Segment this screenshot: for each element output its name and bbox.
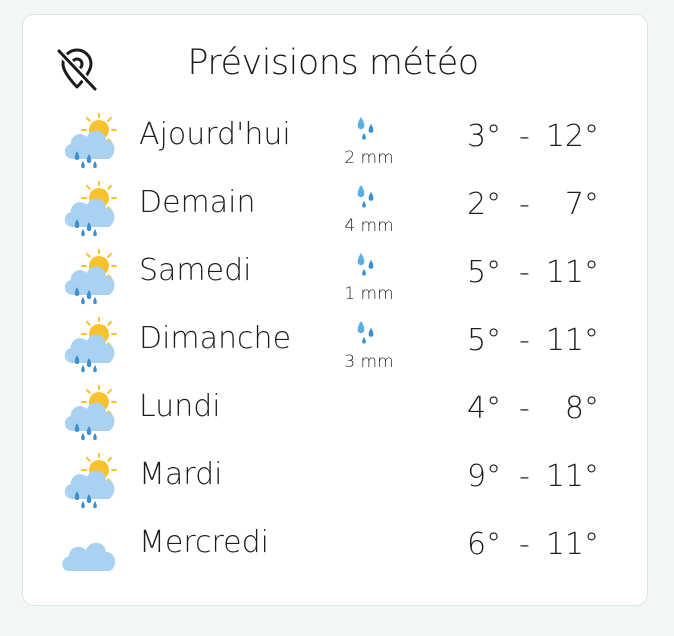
sun-cloud-rain-icon bbox=[64, 453, 117, 509]
precipitation-amount: 4 mm bbox=[344, 216, 394, 236]
page-title: Prévisions météo bbox=[187, 43, 479, 83]
sun-cloud-rain-icon bbox=[64, 113, 117, 169]
precipitation: 2 mm bbox=[333, 115, 413, 168]
forecast-header: Prévisions météo bbox=[23, 15, 647, 119]
day-label: Lundi bbox=[139, 389, 221, 424]
temp-separator: - bbox=[519, 459, 530, 494]
temp-separator: - bbox=[519, 527, 530, 562]
day-label: Dimanche bbox=[139, 321, 292, 356]
forecast-card: Prévisions météo Ajourd'hui 2 mm 3° - 12… bbox=[22, 14, 648, 606]
temp-min: 5° bbox=[467, 255, 502, 290]
temp-min: 5° bbox=[467, 323, 502, 358]
forecast-row: Demain 4 mm 2° - 7° bbox=[23, 173, 647, 241]
temp-max: 11° bbox=[545, 459, 599, 494]
sun-cloud-rain-icon bbox=[64, 181, 117, 237]
precipitation-amount: 3 mm bbox=[344, 352, 394, 372]
forecast-row: Lundi 4° - 8° bbox=[23, 377, 647, 445]
raindrops-icon bbox=[357, 117, 374, 140]
day-label: Ajourd'hui bbox=[139, 117, 291, 152]
precipitation: 1 mm bbox=[333, 251, 413, 304]
forecast-row: Dimanche 3 mm 5° - 11° bbox=[23, 309, 647, 377]
temp-separator: - bbox=[519, 187, 530, 222]
forecast-row: Samedi 1 mm 5° - 11° bbox=[23, 241, 647, 309]
cloud-icon bbox=[62, 542, 116, 571]
temp-min: 6° bbox=[467, 527, 502, 562]
precipitation: 3 mm bbox=[333, 319, 413, 372]
temp-min: 3° bbox=[467, 119, 502, 154]
raindrops-icon bbox=[357, 253, 374, 276]
temp-separator: - bbox=[519, 255, 530, 290]
forecast-row: Mardi 9° - 11° bbox=[23, 445, 647, 513]
temp-max: 11° bbox=[545, 527, 599, 562]
temp-max: 11° bbox=[545, 323, 599, 358]
precipitation-amount: 1 mm bbox=[344, 284, 394, 304]
day-label: Samedi bbox=[139, 253, 252, 288]
sun-cloud-rain-icon bbox=[64, 385, 117, 441]
temp-separator: - bbox=[519, 391, 530, 426]
day-label: Demain bbox=[139, 185, 256, 220]
precipitation-amount: 2 mm bbox=[344, 148, 394, 168]
raindrops-icon bbox=[357, 185, 374, 208]
sun-cloud-rain-icon bbox=[64, 249, 117, 305]
temp-separator: - bbox=[519, 119, 530, 154]
forecast-row: Ajourd'hui 2 mm 3° - 12° bbox=[23, 105, 647, 173]
temp-max: 7° bbox=[564, 187, 599, 222]
day-label: Mardi bbox=[139, 457, 223, 492]
day-label: Mercredi bbox=[139, 525, 270, 560]
temp-min: 4° bbox=[467, 391, 502, 426]
temp-max: 11° bbox=[545, 255, 599, 290]
forecast-row: Mercredi 6° - 11° bbox=[23, 513, 647, 581]
temp-min: 2° bbox=[467, 187, 502, 222]
raindrops-icon bbox=[357, 321, 374, 344]
temp-max: 8° bbox=[564, 391, 599, 426]
temp-max: 12° bbox=[545, 119, 599, 154]
sun-cloud-rain-icon bbox=[64, 317, 117, 373]
precipitation: 4 mm bbox=[333, 183, 413, 236]
temp-separator: - bbox=[519, 323, 530, 358]
temp-min: 9° bbox=[467, 459, 502, 494]
location-off-icon[interactable] bbox=[53, 45, 101, 93]
